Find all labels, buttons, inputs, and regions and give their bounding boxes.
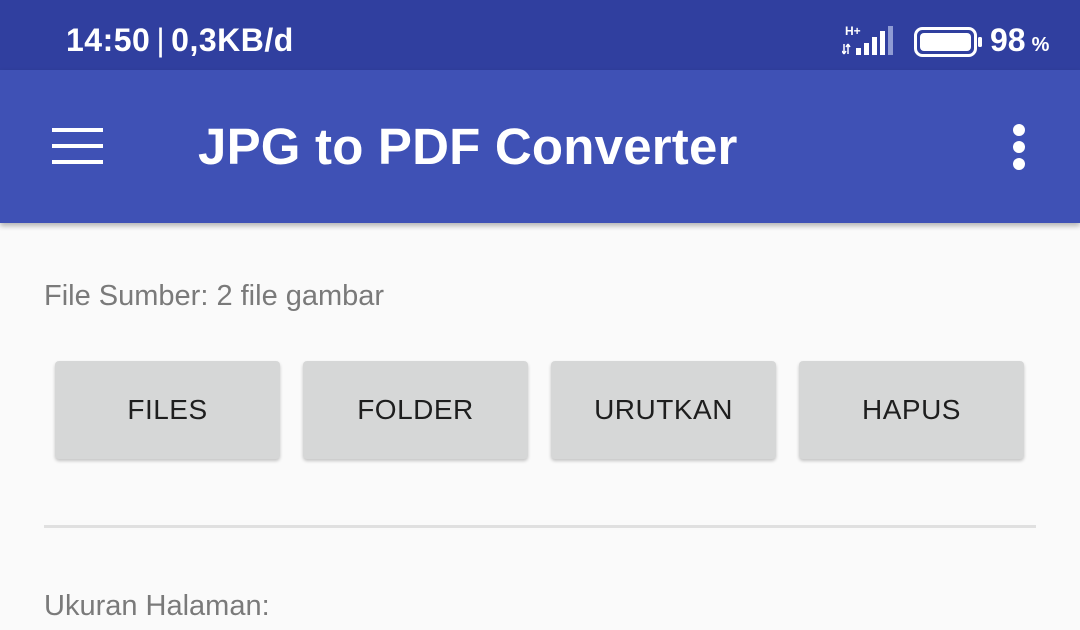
battery-icon <box>914 27 982 57</box>
battery-unit: % <box>1031 34 1050 56</box>
battery-percentage: 98% <box>990 22 1049 59</box>
status-separator: | <box>156 22 166 58</box>
app-bar: JPG to PDF Converter <box>0 70 1080 223</box>
overflow-menu-button[interactable] <box>994 110 1044 182</box>
menu-icon <box>52 128 103 164</box>
menu-button[interactable] <box>36 110 118 182</box>
delete-button[interactable]: HAPUS <box>799 361 1024 459</box>
page-size-label: Ukuran Halaman: <box>44 590 270 622</box>
files-button[interactable]: FILES <box>55 361 280 459</box>
app-title: JPG to PDF Converter <box>198 118 738 175</box>
status-time: 14:50 <box>66 22 151 58</box>
battery-level: 98 <box>990 22 1026 58</box>
sort-button[interactable]: URUTKAN <box>551 361 776 459</box>
overflow-menu-icon <box>1013 124 1025 170</box>
network-type-label: H+ <box>845 24 861 38</box>
folder-button[interactable]: FOLDER <box>303 361 528 459</box>
status-left: 14:50 | 0,3KB/d <box>66 22 294 59</box>
signal-icon: H+ <box>842 24 893 55</box>
source-files-label: File Sumber: 2 file gambar <box>44 280 385 312</box>
network-speed: 0,3KB/d <box>171 22 294 58</box>
status-bar: 14:50 | 0,3KB/d H+ 98% <box>0 0 1080 70</box>
section-divider <box>44 525 1036 528</box>
